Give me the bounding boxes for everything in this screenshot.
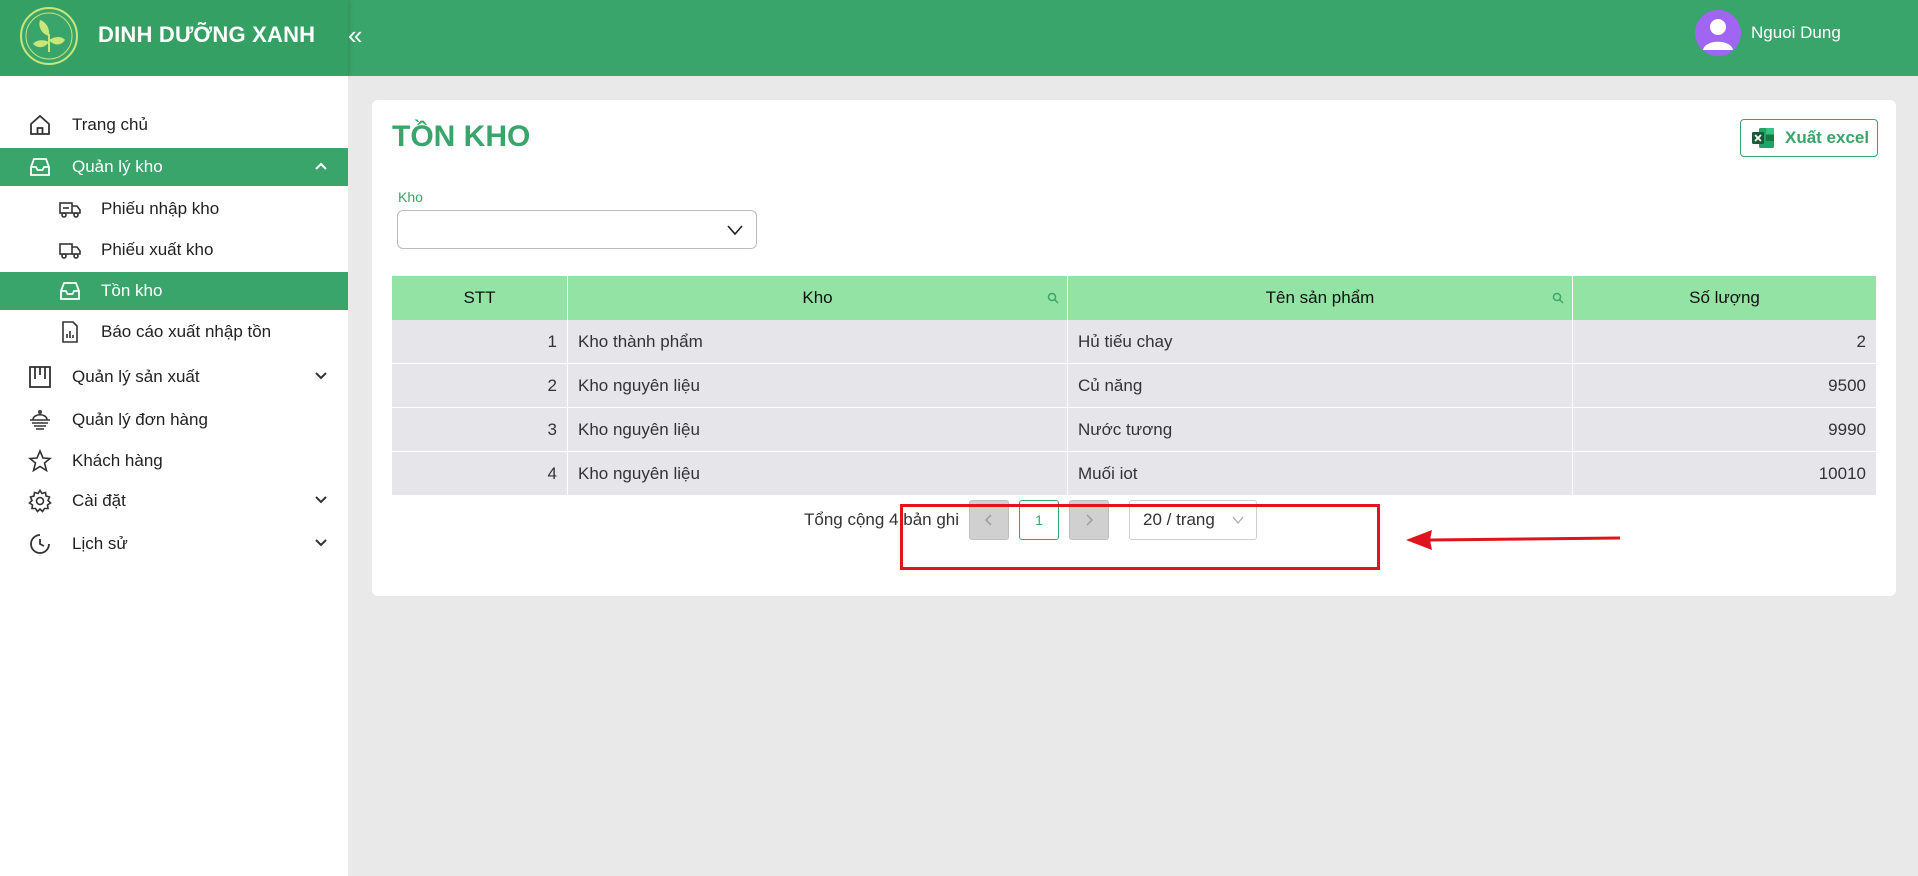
export-excel-button[interactable]: Xuất excel (1740, 119, 1878, 157)
chevron-down-icon (315, 496, 327, 504)
user-name: Nguoi Dung (1751, 23, 1841, 42)
cell-stt: 2 (392, 364, 568, 408)
cell-product: Muối iot (1068, 452, 1573, 496)
sidebar-item-warehouse[interactable]: Quản lý kho (0, 148, 348, 186)
truck-in-icon (59, 202, 81, 218)
cell-quantity: 9990 (1573, 408, 1876, 452)
brand-name: DINH DƯỠNG XANH (98, 22, 316, 47)
search-icon[interactable] (1047, 292, 1059, 304)
search-icon[interactable] (1552, 292, 1564, 304)
cell-stt: 4 (392, 452, 568, 496)
inbox-icon (60, 282, 80, 300)
cell-warehouse: Kho nguyên liệu (568, 364, 1068, 408)
cell-warehouse: Kho thành phẩm (568, 320, 1068, 364)
sidebar-item-customers[interactable]: Khách hàng (0, 442, 348, 480)
sidebar-item-production[interactable]: Quản lý sản xuất (0, 358, 348, 396)
sidebar-item-label: Quản lý đơn hàng (72, 410, 208, 429)
chevron-down-icon (315, 372, 327, 380)
cell-stt: 3 (392, 408, 568, 452)
sidebar-item-label: Tồn kho (101, 281, 163, 300)
sidebar-item-label: Phiếu nhập kho (101, 199, 220, 218)
sidebar-item-goods-receipt[interactable]: Phiếu nhập kho (0, 190, 348, 228)
sidebar-item-history[interactable]: Lịch sử (0, 525, 348, 563)
brand-area: DINH DƯỠNG XANH (0, 0, 348, 76)
sidebar-item-settings[interactable]: Cài đặt (0, 482, 348, 520)
cell-stt: 1 (392, 320, 568, 364)
column-header-product[interactable]: Tên sản phẩm (1068, 276, 1573, 320)
chevron-down-icon (315, 539, 327, 547)
table-row: 2 Kho nguyên liệu Củ năng 9500 (392, 364, 1876, 408)
leaf-logo-icon (20, 7, 78, 65)
cell-product: Hủ tiếu chay (1068, 320, 1573, 364)
inventory-table: STT Kho Tên sản phẩm Số lượng 1 Kho thàn… (392, 276, 1876, 496)
history-icon (30, 534, 50, 554)
column-header-label: Kho (802, 288, 833, 307)
warehouse-select[interactable] (397, 210, 757, 249)
sidebar-item-goods-issue[interactable]: Phiếu xuất kho (0, 231, 348, 269)
annotation-arrow-icon (1406, 530, 1621, 550)
cell-quantity: 9500 (1573, 364, 1876, 408)
warehouse-filter-label: Kho (398, 189, 423, 205)
cell-warehouse: Kho nguyên liệu (568, 408, 1068, 452)
sidebar-item-label: Quản lý sản xuất (72, 367, 200, 386)
inbox-icon (30, 158, 50, 176)
sidebar-item-label: Lịch sử (72, 534, 128, 553)
table-row: 1 Kho thành phẩm Hủ tiếu chay 2 (392, 320, 1876, 364)
chevron-up-icon (315, 162, 327, 170)
excel-icon (1752, 128, 1774, 148)
collapse-sidebar-icon[interactable]: « (348, 18, 368, 52)
cell-quantity: 10010 (1573, 452, 1876, 496)
avatar[interactable] (1695, 10, 1741, 56)
cell-quantity: 2 (1573, 320, 1876, 364)
top-header: DINH DƯỠNG XANH « Nguoi Dung (0, 0, 1918, 76)
sidebar-item-orders[interactable]: Quản lý đơn hàng (0, 401, 348, 439)
sidebar-item-label: Quản lý kho (72, 157, 163, 176)
sidebar-item-home[interactable]: Trang chủ (0, 106, 348, 144)
column-header-label: Tên sản phẩm (1265, 288, 1375, 307)
page-title: TỒN KHO (392, 120, 531, 153)
sidebar-item-label: Báo cáo xuất nhập tồn (101, 322, 272, 341)
sidebar-item-label: Khách hàng (72, 451, 163, 470)
user-icon (1703, 19, 1733, 50)
cell-product: Củ năng (1068, 364, 1573, 408)
table-row: 4 Kho nguyên liệu Muối iot 10010 (392, 452, 1876, 496)
home-icon (30, 114, 50, 135)
chevron-down-icon (727, 225, 743, 236)
factory-icon (29, 366, 51, 388)
sidebar-item-inventory[interactable]: Tồn kho (0, 272, 348, 310)
order-icon (30, 409, 50, 430)
user-menu[interactable]: Nguoi Dung (1695, 10, 1841, 56)
cell-product: Nước tương (1068, 408, 1573, 452)
sidebar: Trang chủ Quản lý kho Phiếu nhập kho Phi… (0, 76, 348, 876)
annotation-highlight-box (900, 504, 1380, 570)
export-excel-label: Xuất excel (1785, 128, 1870, 147)
gear-icon (28, 489, 52, 513)
sidebar-item-label: Trang chủ (72, 115, 148, 134)
star-icon (28, 449, 52, 473)
truck-out-icon (59, 243, 81, 259)
table-row: 3 Kho nguyên liệu Nước tương 9990 (392, 408, 1876, 452)
sidebar-item-label: Cài đặt (72, 491, 126, 510)
column-header-stt: STT (392, 276, 568, 320)
report-icon (62, 321, 78, 343)
column-header-quantity: Số lượng (1573, 276, 1876, 320)
column-header-warehouse[interactable]: Kho (568, 276, 1068, 320)
sidebar-item-label: Phiếu xuất kho (101, 240, 214, 259)
table-header-row: STT Kho Tên sản phẩm Số lượng (392, 276, 1876, 320)
cell-warehouse: Kho nguyên liệu (568, 452, 1068, 496)
sidebar-item-report[interactable]: Báo cáo xuất nhập tồn (0, 313, 348, 351)
